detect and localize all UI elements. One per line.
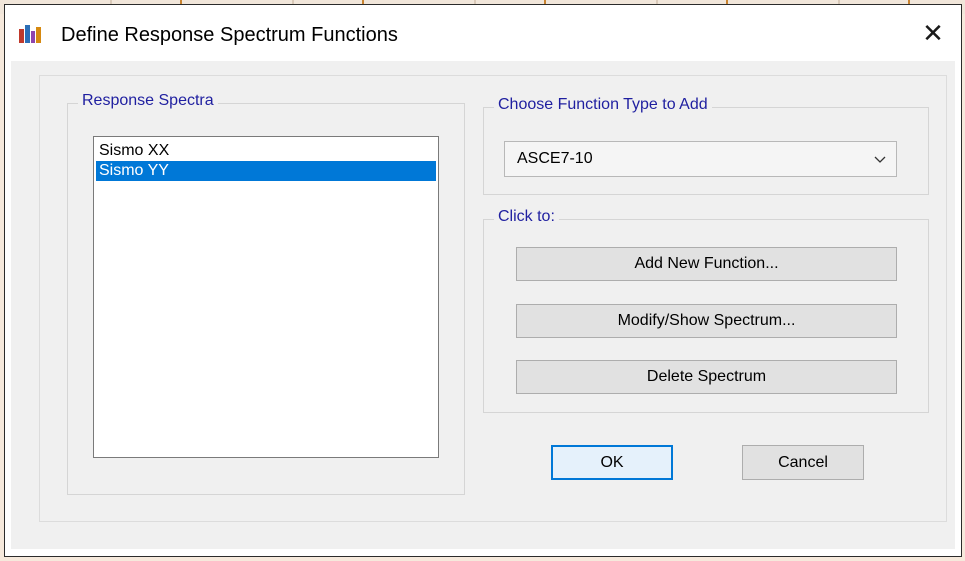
add-new-function-button[interactable]: Add New Function... [516, 247, 897, 281]
response-spectra-legend: Response Spectra [78, 92, 218, 110]
define-response-spectrum-dialog: Define Response Spectrum Functions ✕ Res… [4, 4, 962, 557]
delete-spectrum-button[interactable]: Delete Spectrum [516, 360, 897, 394]
function-type-legend: Choose Function Type to Add [494, 96, 712, 114]
modify-show-spectrum-button[interactable]: Modify/Show Spectrum... [516, 304, 897, 338]
dialog-title: Define Response Spectrum Functions [61, 24, 398, 46]
ok-button[interactable]: OK [551, 445, 673, 480]
list-item-sismo-yy[interactable]: Sismo YY [96, 161, 436, 181]
chevron-down-icon [874, 156, 886, 163]
close-button[interactable]: ✕ [915, 17, 951, 49]
etabs-app-icon [19, 25, 41, 43]
response-spectra-list[interactable]: Sismo XX Sismo YY [93, 136, 439, 458]
click-to-legend: Click to: [494, 208, 559, 226]
dialog-client-area: Response Spectra Sismo XX Sismo YY Choos… [11, 61, 955, 549]
list-item-sismo-xx[interactable]: Sismo XX [96, 141, 436, 161]
cancel-button[interactable]: Cancel [742, 445, 864, 480]
title-bar[interactable]: Define Response Spectrum Functions ✕ [5, 5, 961, 61]
function-type-value: ASCE7-10 [517, 150, 593, 167]
function-type-select[interactable]: ASCE7-10 [504, 141, 897, 177]
